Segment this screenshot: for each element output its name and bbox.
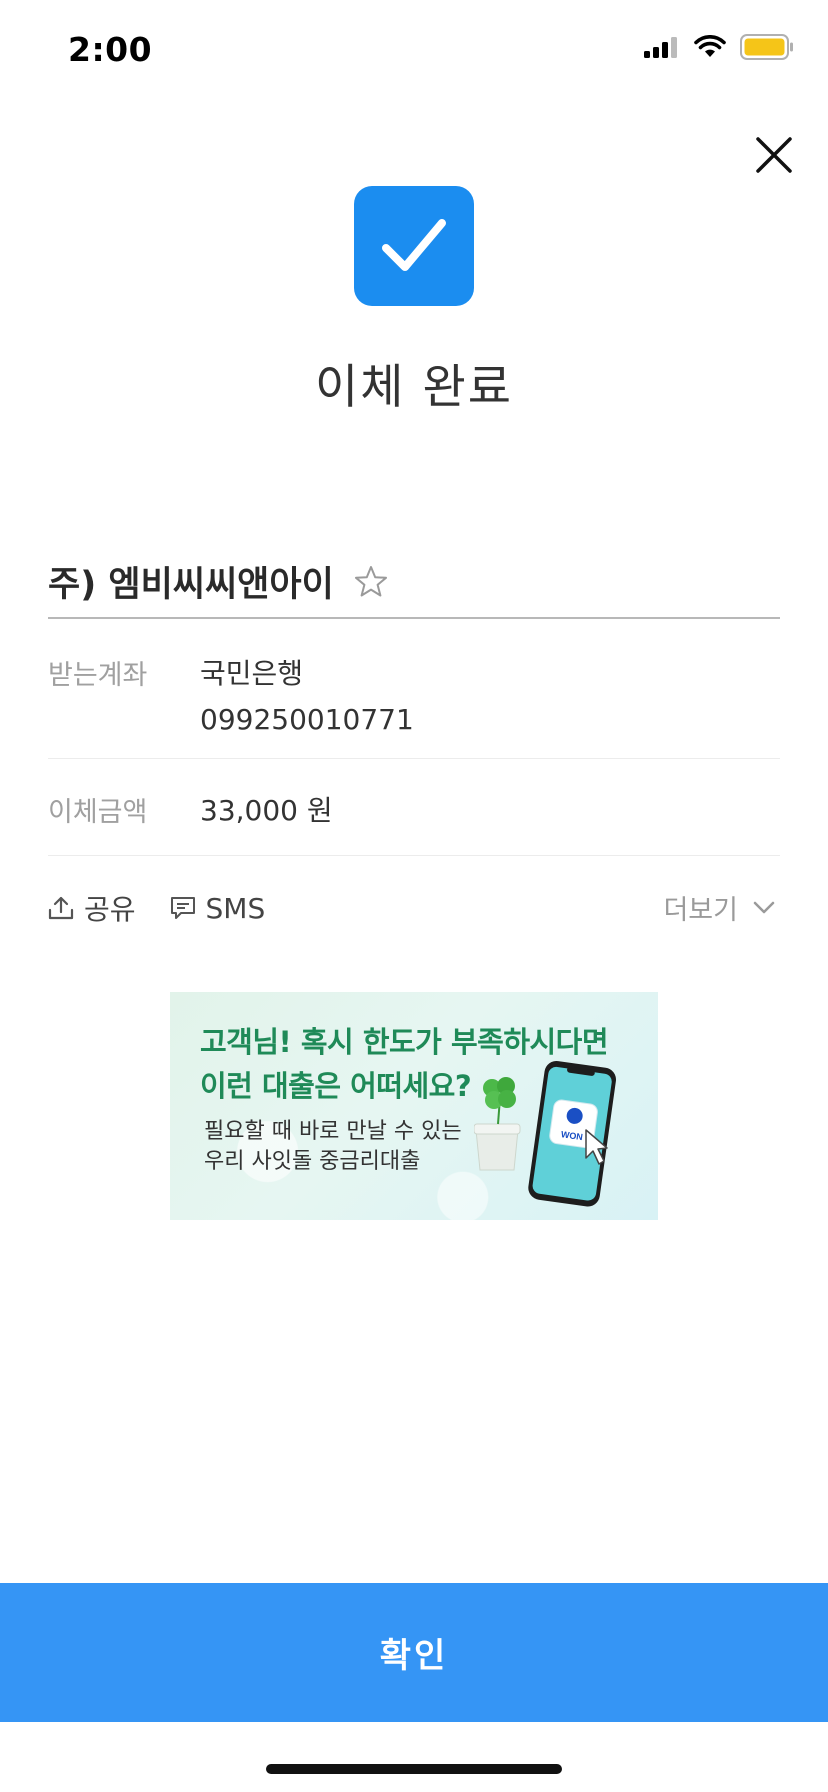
banner-headline-line: 고객님! 혹시 한도가 부족하시다면 [200,1025,609,1059]
sms-label: SMS [205,891,266,925]
sms-button[interactable]: SMS [170,891,266,925]
signal-icon [644,37,677,58]
bank-name: 국민은행 [200,657,304,690]
wifi-icon [694,35,726,57]
loan-promo-banner[interactable]: 고객님! 혹시 한도가 부족하시다면 이런 대출은 어떠세요? 필요할 때 바로… [170,992,658,1220]
divider [48,855,780,856]
success-check-badge [354,186,474,306]
banner-subtext-line: 우리 사잇돌 중금리대출 [204,1149,421,1174]
share-button[interactable]: 공유 [48,888,136,928]
checkbox-checked-icon [382,219,446,271]
status-icons [644,34,794,60]
status-bar: 2:00 [0,0,828,100]
close-icon [756,137,792,173]
share-icon [48,896,74,920]
home-indicator [266,1764,562,1774]
confirm-label: 확인 [379,1636,449,1676]
banner-subtext: 필요할 때 바로 만날 수 있는 우리 사잇돌 중금리대출 [204,1117,462,1177]
recipient-header: 주) 엠비씨씨앤아이 [48,556,388,607]
banner-subtext-line: 필요할 때 바로 만날 수 있는 [204,1119,462,1144]
share-label: 공유 [84,893,136,926]
transfer-amount: 33,000 원 [200,794,333,827]
message-icon [170,897,195,919]
confirm-button[interactable]: 확인 [0,1583,828,1722]
phone-clover-illustration: WON [474,1060,616,1207]
status-time: 2:00 [68,30,153,69]
chevron-down-icon [753,901,775,913]
recipient-name: 주) 엠비씨씨앤아이 [48,565,334,605]
star-outline-icon[interactable] [354,565,388,599]
divider [48,617,780,619]
more-button[interactable]: 더보기 [663,888,776,927]
page-title: 이체 완료 [315,360,513,415]
action-row: 공유 SMS [48,888,299,928]
battery-icon [740,34,793,60]
account-number: 099250010771 [200,703,414,736]
amount-label: 이체금액 [48,797,148,828]
close-button[interactable] [752,133,796,177]
account-label: 받는계좌 [48,660,148,691]
more-label: 더보기 [663,895,738,926]
divider [48,758,780,759]
